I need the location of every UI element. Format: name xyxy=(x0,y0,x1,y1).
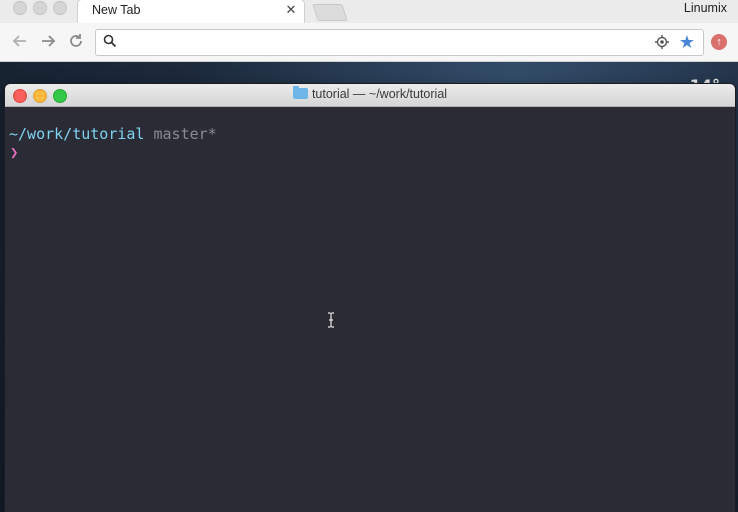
reload-icon[interactable] xyxy=(66,32,86,52)
terminal-window[interactable]: tutorial — ~/work/tutorial ~/work/tutori… xyxy=(5,84,735,512)
browser-tabstrip: New Tab ✕ Linumix xyxy=(0,0,738,23)
location-target-icon[interactable] xyxy=(655,35,669,54)
star-icon[interactable]: ★ xyxy=(679,32,695,52)
prompt-branch: master* xyxy=(153,125,217,143)
folder-icon xyxy=(292,86,308,99)
back-arrow-icon[interactable] xyxy=(10,32,30,52)
address-input[interactable] xyxy=(124,33,644,51)
new-tab-button[interactable] xyxy=(312,4,348,21)
terminal-title-text: tutorial — ~/work/tutorial xyxy=(311,87,448,101)
extension-icon[interactable]: ↑ xyxy=(711,34,727,50)
prompt-symbol: ❯ xyxy=(10,145,19,161)
prompt-line: ~/work/tutorial master* xyxy=(9,125,217,143)
tab-new-tab[interactable]: New Tab ✕ xyxy=(78,0,304,23)
profile-name[interactable]: Linumix xyxy=(684,1,727,15)
prompt-path: ~/work/tutorial xyxy=(9,125,145,143)
browser-toolbar: ★ ↑ xyxy=(0,23,738,62)
forward-arrow-icon[interactable] xyxy=(38,32,58,52)
tab-title: New Tab xyxy=(92,3,141,17)
window-minimize-button-inactive[interactable] xyxy=(33,1,47,15)
omnibox[interactable]: ★ xyxy=(95,29,704,56)
terminal-titlebar[interactable]: tutorial — ~/work/tutorial xyxy=(5,84,735,107)
ibeam-cursor-icon xyxy=(327,312,335,328)
window-close-button-inactive[interactable] xyxy=(13,1,27,15)
tab-close-icon[interactable]: ✕ xyxy=(284,2,298,18)
terminal-body[interactable]: ~/work/tutorial master* ❯ xyxy=(5,107,735,512)
window-maximize-button-inactive[interactable] xyxy=(53,1,67,15)
search-icon xyxy=(103,34,117,53)
terminal-title: tutorial — ~/work/tutorial xyxy=(5,86,735,101)
